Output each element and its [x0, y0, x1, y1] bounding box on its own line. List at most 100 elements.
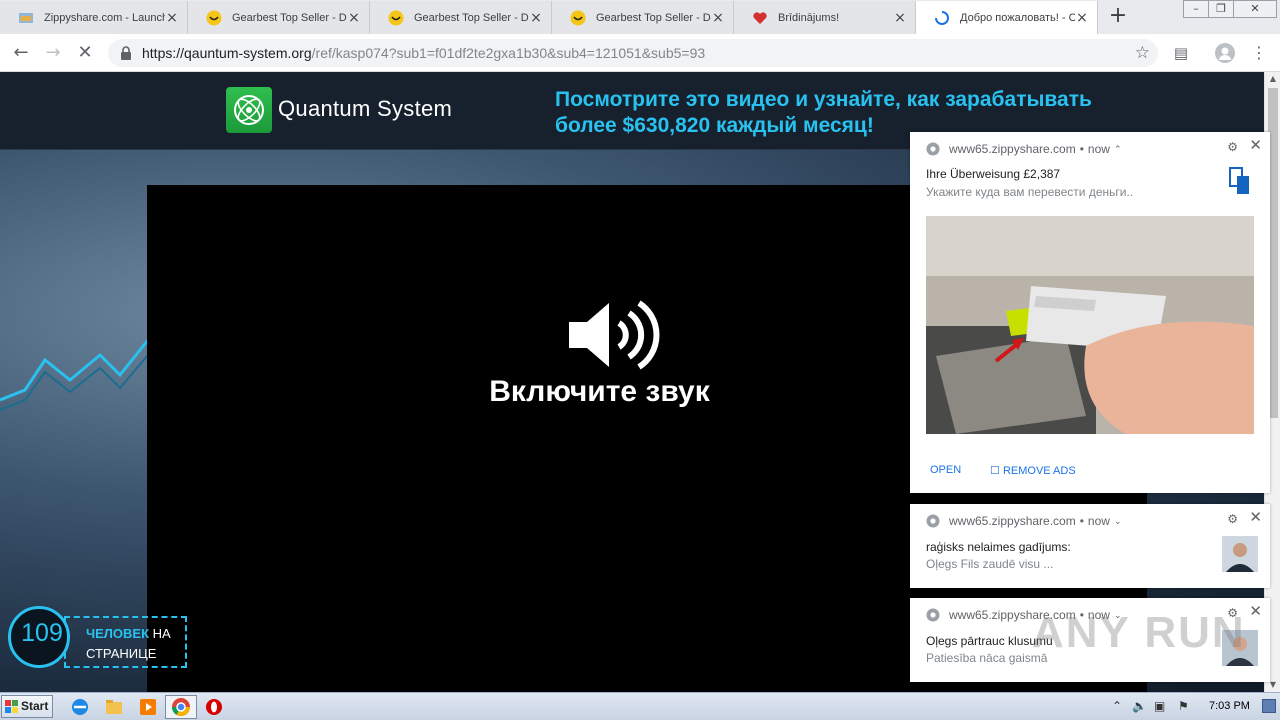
chrome-icon — [926, 142, 940, 156]
counter-number: 109 — [21, 619, 63, 647]
headline-line-1: Посмотрите это видео и узнайте, как зара… — [555, 88, 1092, 111]
menu-kebab-icon[interactable]: ⋮ — [1248, 42, 1270, 64]
notification-title: raģisks nelaimes gadījums: — [926, 540, 1071, 554]
notification-2[interactable]: www65.zippyshare.com • now ⌄ ⚙ ✕ raģisks… — [910, 504, 1270, 588]
chrome-icon — [926, 514, 940, 528]
tab-zippyshare[interactable]: Zippyshare.com - Launch × — [0, 1, 188, 34]
counter-label-line2: СТРАНИЦЕ — [86, 646, 157, 661]
minimize-button[interactable]: – — [1183, 0, 1209, 18]
payment-app-icon — [1229, 167, 1249, 194]
folder-icon[interactable] — [104, 697, 124, 717]
anyrun-watermark: ANY RUN — [1032, 608, 1246, 657]
speaker-volume-icon[interactable] — [565, 295, 660, 375]
open-button[interactable]: OPEN — [930, 464, 961, 476]
gearbest-icon — [388, 10, 404, 26]
remove-ads-label: REMOVE ADS — [1002, 465, 1076, 477]
url-path: /ref/kasp074?sub1=f01df2te2gxa1b30&sub4=… — [311, 45, 706, 61]
close-icon[interactable]: ✕ — [1249, 508, 1262, 526]
close-tab-icon[interactable]: × — [165, 11, 179, 25]
tab-title: Gearbest Top Seller - Div — [414, 11, 529, 24]
flag-tray-icon[interactable]: ⚑ — [1178, 699, 1189, 713]
close-tab-icon[interactable]: × — [347, 11, 361, 25]
close-tab-icon[interactable]: × — [1075, 11, 1089, 25]
notification-source: www65.zippyshare.com — [949, 142, 1076, 156]
extension-icon[interactable]: ▤ — [1170, 42, 1192, 64]
loading-spinner-icon — [935, 11, 949, 25]
notification-1[interactable]: www65.zippyshare.com • now ⌃ ⚙ ✕ Ihre Üb… — [910, 132, 1270, 493]
counter-label-highlight: ЧЕЛОВЕК — [86, 626, 150, 641]
notification-time: now — [1087, 514, 1110, 528]
counter-label: ЧЕЛОВЕК НА СТРАНИЦЕ — [64, 616, 187, 668]
new-tab-button[interactable]: + — [1106, 5, 1130, 28]
chevron-up-icon[interactable]: ⌃ — [1114, 144, 1122, 155]
gearbest-icon — [206, 10, 222, 26]
close-tab-icon[interactable]: × — [893, 11, 907, 25]
notification-header: www65.zippyshare.com • now ⌄ — [926, 514, 1121, 528]
url-host: https://qauntum-system.org — [142, 45, 312, 61]
network-tray-icon[interactable]: ▣ — [1154, 699, 1165, 713]
windows-taskbar: Start ⌃ 🔈 ▣ ⚑ 7:03 PM — [0, 692, 1280, 720]
back-icon[interactable]: ← — [10, 42, 32, 64]
notification-source: www65.zippyshare.com — [949, 514, 1076, 528]
tab-title: Добро пожаловать! - С — [960, 11, 1075, 24]
chevron-down-icon[interactable]: ⌄ — [1114, 516, 1122, 527]
logo-text: Quantum System — [278, 96, 453, 121]
notification-body: Patiesība nāca gaismā — [926, 651, 1048, 665]
tab-active[interactable]: Добро пожаловать! - С × — [916, 1, 1098, 34]
bookmark-star-icon[interactable]: ☆ — [1135, 43, 1150, 63]
tab-title: Brīdinājums! — [778, 11, 840, 24]
close-window-button[interactable]: ✕ — [1233, 0, 1277, 18]
windows-logo-icon — [5, 700, 18, 713]
person-avatar-icon — [1222, 536, 1258, 572]
stop-loading-icon[interactable]: ✕ — [74, 42, 96, 64]
tab-title: Zippyshare.com - Launch — [44, 11, 165, 24]
atm-card-image — [926, 216, 1254, 434]
counter-badge: 109 — [8, 606, 70, 668]
restore-button[interactable]: ❐ — [1208, 0, 1234, 18]
start-label: Start — [21, 699, 49, 713]
tab-bridinajums[interactable]: Brīdinājums! × — [734, 1, 916, 34]
show-desktop-icon[interactable] — [1262, 699, 1276, 713]
zippyshare-icon — [19, 13, 33, 23]
notification-header: www65.zippyshare.com • now ⌃ — [926, 142, 1121, 156]
profile-avatar-icon[interactable] — [1214, 42, 1236, 64]
scroll-up-arrow-icon[interactable]: ▲ — [1265, 72, 1280, 86]
notification-title: Ihre Überweisung £2,387 — [926, 167, 1061, 181]
chrome-icon — [926, 608, 940, 622]
browser-toolbar: ← → ✕ https://qauntum-system.org/ref/kas… — [0, 34, 1280, 72]
visitor-counter: ЧЕЛОВЕК НА СТРАНИЦЕ 109 — [8, 606, 187, 678]
tab-title: Gearbest Top Seller - Div — [232, 11, 347, 24]
remove-ads-button[interactable]: ☐ REMOVE ADS — [990, 464, 1076, 477]
tab-gearbest-3[interactable]: Gearbest Top Seller - Div × — [552, 1, 734, 34]
internet-explorer-icon[interactable] — [70, 697, 90, 717]
notification-body: Oļegs Fils zaudē visu ... — [926, 557, 1054, 571]
tray-expand-icon[interactable]: ⌃ — [1112, 699, 1122, 713]
checkbox-icon: ☐ — [990, 465, 1000, 477]
taskbar-clock[interactable]: 7:03 PM — [1209, 700, 1250, 712]
tab-title: Gearbest Top Seller - Div — [596, 11, 711, 24]
tab-gearbest-1[interactable]: Gearbest Top Seller - Div × — [188, 1, 370, 34]
gear-icon[interactable]: ⚙ — [1227, 512, 1238, 526]
chrome-taskbar-icon[interactable] — [165, 695, 197, 719]
media-player-icon[interactable] — [138, 697, 158, 717]
tab-strip: Zippyshare.com - Launch × Gearbest Top S… — [0, 0, 1280, 34]
notification-time: now — [1087, 142, 1110, 156]
notification-body: Укажите куда вам перевести деньги.. — [926, 185, 1134, 199]
speaker-tray-icon[interactable]: 🔈 — [1132, 699, 1147, 713]
opera-icon[interactable] — [204, 697, 224, 717]
forward-icon[interactable]: → — [42, 42, 64, 64]
close-icon[interactable]: ✕ — [1249, 602, 1262, 620]
tab-gearbest-2[interactable]: Gearbest Top Seller - Div × — [370, 1, 552, 34]
address-bar[interactable]: https://qauntum-system.org/ref/kasp074?s… — [108, 39, 1158, 67]
close-tab-icon[interactable]: × — [711, 11, 725, 25]
chart-line-decoration — [0, 339, 150, 411]
start-button[interactable]: Start — [1, 695, 53, 718]
gearbest-icon — [570, 10, 586, 26]
close-icon[interactable]: ✕ — [1249, 136, 1262, 154]
gear-icon[interactable]: ⚙ — [1227, 140, 1238, 154]
close-tab-icon[interactable]: × — [529, 11, 543, 25]
quantum-logo-icon — [226, 87, 272, 133]
lock-icon — [121, 46, 131, 60]
heart-icon — [753, 12, 767, 24]
counter-label-rest: НА — [149, 626, 171, 641]
